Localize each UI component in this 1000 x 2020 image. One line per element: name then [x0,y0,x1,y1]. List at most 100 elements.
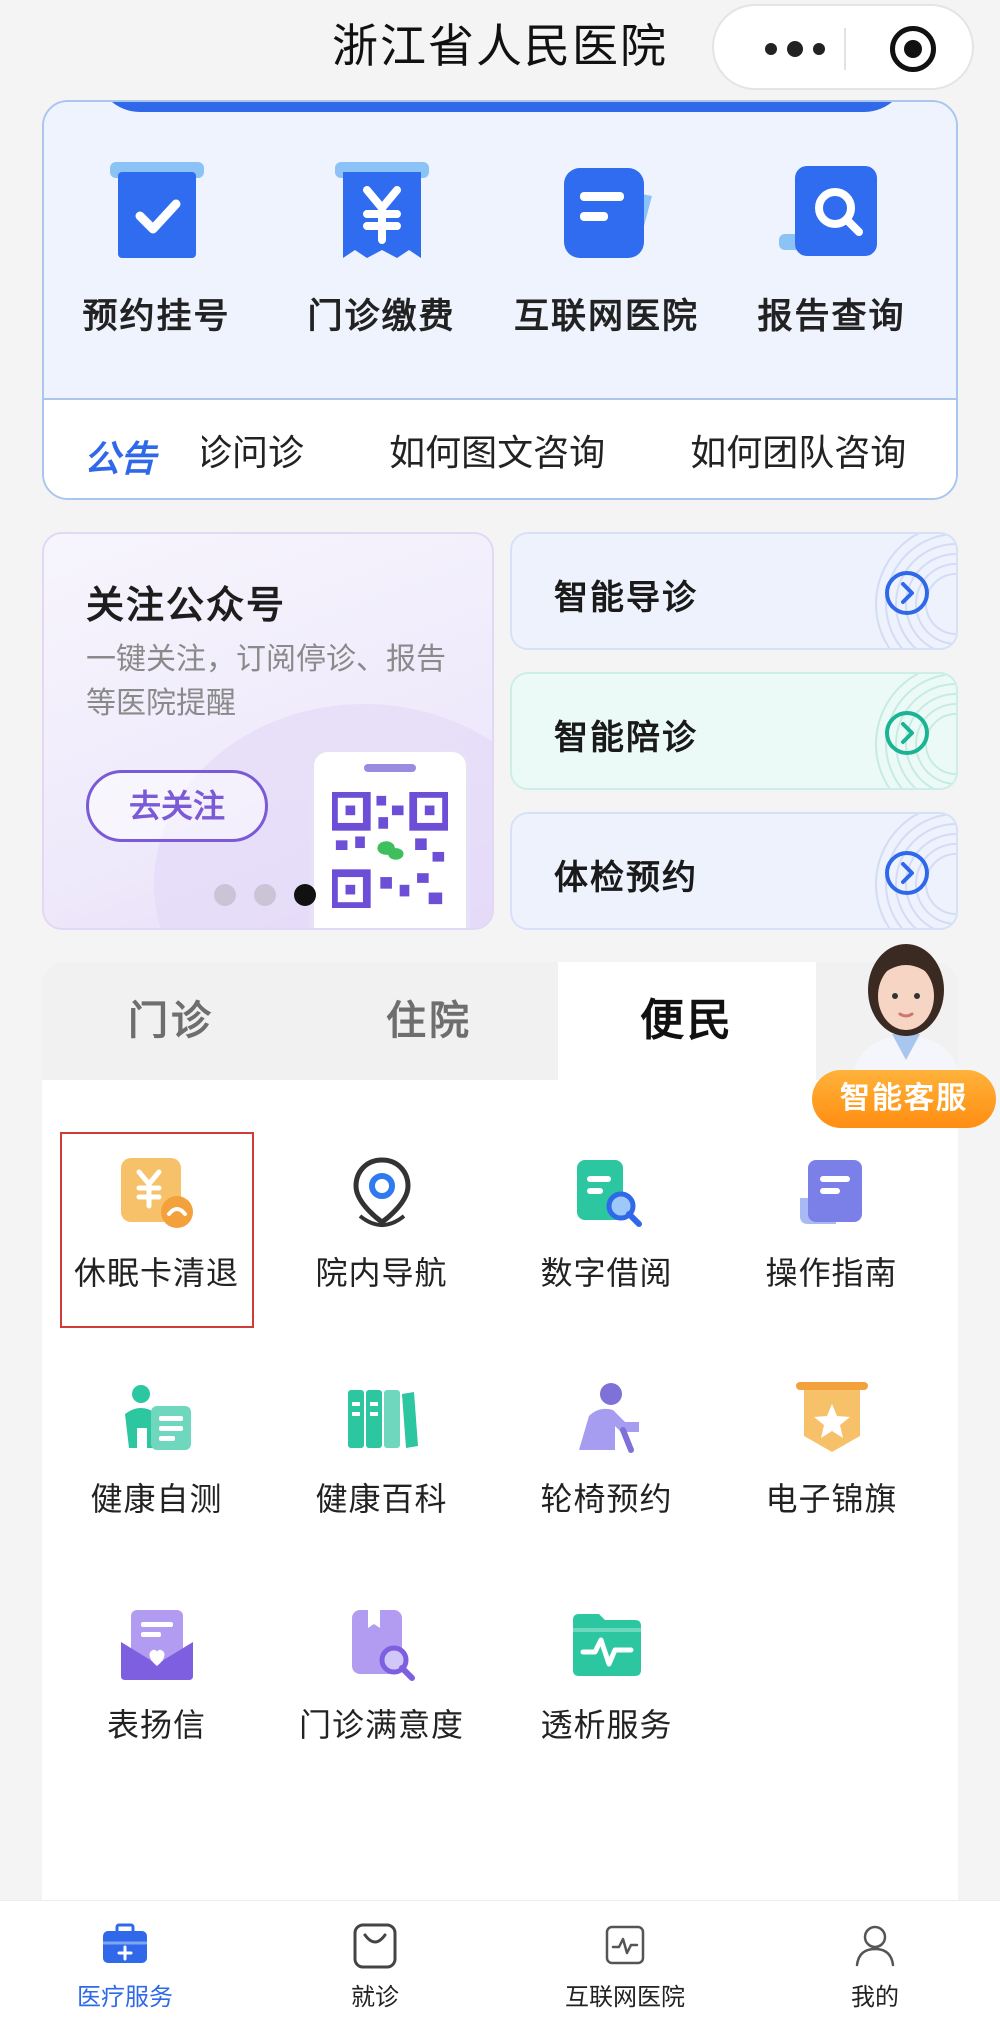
grid-item-label: 表扬信 [106,1706,206,1744]
carousel-dot[interactable] [254,884,276,906]
smart-escort-card[interactable]: 智能陪诊 [510,672,958,790]
location-pin-icon [352,1157,411,1227]
chat-document-icon [563,168,652,258]
grid-item-label: 门诊满意度 [298,1706,464,1744]
promo-title: 关注公众号 [86,583,287,627]
grid-item-dormant-card-refund[interactable]: 休眠卡清退 [44,1154,269,1354]
nav-label: 医疗服务 [77,1983,173,2011]
letter-heart-icon [120,1610,193,1680]
quick-action-label: 门诊缴费 [307,297,456,337]
qr-code-icon [332,792,448,908]
nav-label: 我的 [851,1983,899,2011]
grid-item-label: 院内导航 [315,1254,448,1292]
nav-internet-hospital[interactable]: 互联网医院 [500,1901,750,2020]
nav-label: 就诊 [351,1983,399,2011]
doctor-avatar-icon [852,944,960,1080]
decorative-arcs [875,534,956,648]
tab-inpatient[interactable]: 住院 [300,962,558,1080]
smart-escort-label: 智能陪诊 [554,718,698,758]
quick-action-label: 预约挂号 [82,297,231,337]
grid-item-health-self-test[interactable]: 健康自测 [44,1380,269,1580]
close-mini-program-icon[interactable] [890,26,936,72]
qr-phone-illustration [310,748,470,928]
top-bar: 浙江省人民医院 [0,0,1000,106]
carousel-indicator[interactable] [214,884,316,906]
grid-item-health-encyclopedia[interactable]: 健康百科 [269,1380,494,1580]
grid-item-hospital-navigation[interactable]: 院内导航 [269,1154,494,1354]
carousel-dot[interactable] [214,884,236,906]
grid-item-label: 健康自测 [90,1480,223,1518]
quick-action-label: 报告查询 [757,297,906,337]
nav-label: 互联网医院 [565,1983,685,2011]
smart-customer-service-float[interactable]: 智能客服 [812,930,1000,1130]
notice-tag: 公告 [84,439,157,480]
decorative-blue-edge [96,102,908,112]
chevron-right-circle-icon [885,571,929,615]
user-icon [855,1925,895,1967]
card-refund-icon [120,1158,193,1228]
follow-account-banner[interactable]: 关注公众号 一键关注，订阅停诊、报告等医院提醒 去关注 [42,532,494,930]
nav-mine[interactable]: 我的 [750,1901,1000,2020]
tab-convenience[interactable]: 便民 [558,962,816,1080]
chevron-right-circle-icon [885,851,929,895]
decorative-arcs [875,674,956,788]
quick-action-label: 互联网医院 [513,297,699,337]
grid-item-praise-letter[interactable]: 表扬信 [44,1606,269,1806]
quick-action-internet-hospital[interactable]: 互联网医院 [494,160,719,380]
tab-outpatient[interactable]: 门诊 [42,962,300,1080]
calendar-check-icon [109,162,204,258]
grid-item-label: 健康百科 [315,1480,448,1518]
smart-customer-service-label: 智能客服 [812,1070,996,1128]
mini-program-capsule [712,4,974,90]
quick-action-appointment[interactable]: 预约挂号 [44,160,269,380]
grid-item-label: 休眠卡清退 [73,1254,239,1292]
grid-item-outpatient-satisfaction[interactable]: 门诊满意度 [269,1606,494,1806]
yuan-receipt-icon [334,162,429,258]
grid-item-e-banner[interactable]: 电子锦旗 [719,1380,944,1580]
quick-actions-card: 预约挂号 门诊缴费 互联网医院 报告查询 公告 复诊问诊 如何图文咨询 [42,100,958,500]
health-check-card[interactable]: 体检预约 [510,812,958,930]
carousel-dot-active[interactable] [294,884,316,906]
bottom-navigation: 医疗服务 就诊 互联网医院 我的 [0,1900,1000,2020]
medical-kit-icon [103,1923,147,1963]
guide-book-icon [799,1160,862,1224]
page-title: 浙江省人民医院 [332,19,668,73]
books-icon [347,1390,418,1448]
grid-item-digital-reading[interactable]: 数字借阅 [494,1154,719,1354]
notice-item[interactable]: 如何团队咨询 [690,424,906,476]
grid-item-operation-guide[interactable]: 操作指南 [719,1154,944,1354]
person-checklist-icon [124,1385,191,1450]
grid-item-label: 轮椅预约 [540,1480,673,1518]
wheelchair-user-icon [578,1383,639,1453]
notice-marquee: 复诊问诊 如何图文咨询 如何团队咨询 [202,424,932,478]
smart-triage-card[interactable]: 智能导诊 [510,532,958,650]
grid-item-wheelchair-booking[interactable]: 轮椅预约 [494,1380,719,1580]
search-report-icon [778,166,877,256]
grid-item-dialysis-service[interactable]: 透析服务 [494,1606,719,1806]
pulse-monitor-icon [605,1925,645,1965]
grid-item-label: 操作指南 [765,1254,898,1292]
health-check-label: 体检预约 [554,858,698,898]
grid-item-label: 电子锦旗 [765,1480,898,1518]
decorative-arcs [875,814,956,928]
folder-pulse-icon [572,1614,641,1676]
quick-action-report-query[interactable]: 报告查询 [719,160,944,380]
nav-visit[interactable]: 就诊 [250,1901,500,2020]
nav-medical-services[interactable]: 医疗服务 [0,1901,250,2020]
notice-item[interactable]: 复诊问诊 [202,424,304,476]
document-search-icon [576,1160,642,1227]
grid-item-label: 透析服务 [540,1706,673,1744]
grid-item-label: 数字借阅 [540,1254,673,1292]
more-options-icon[interactable] [750,36,840,62]
survey-search-icon [351,1610,415,1681]
smart-triage-label: 智能导诊 [554,578,698,618]
notice-item[interactable]: 如何图文咨询 [389,424,605,476]
follow-button[interactable]: 去关注 [86,770,268,842]
promo-subtitle: 一键关注，订阅停诊、报告等医院提醒 [86,642,446,721]
quick-action-payment[interactable]: 门诊缴费 [269,160,494,380]
notice-bar[interactable]: 公告 复诊问诊 如何图文咨询 如何团队咨询 [44,398,956,498]
chevron-right-circle-icon [885,711,929,755]
banner-star-icon [795,1382,868,1452]
bag-icon [353,1923,397,1969]
capsule-divider [844,28,846,70]
